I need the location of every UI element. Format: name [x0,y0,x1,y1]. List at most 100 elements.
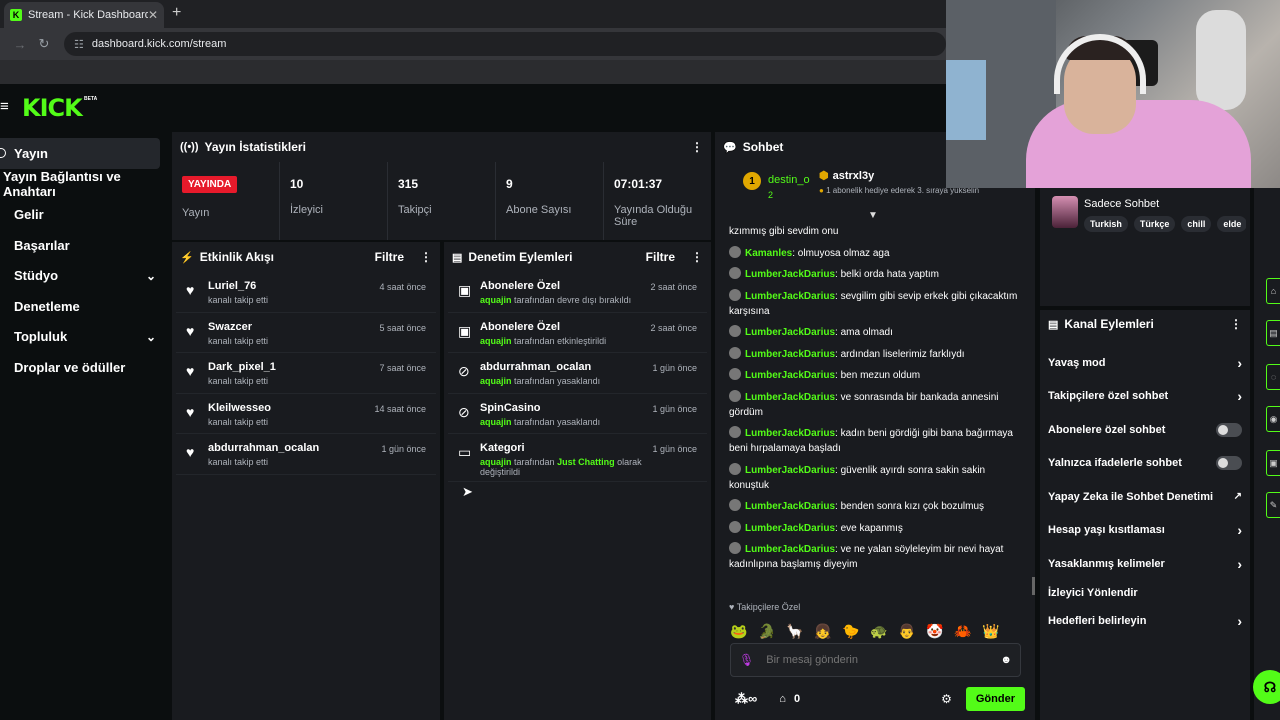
chat-username[interactable]: LumberJackDarius [745,501,835,512]
banned-words-item[interactable]: Yasaklanmış kelimeler › [1040,547,1250,581]
emote-icon[interactable]: 🤡 [925,621,945,641]
emote-icon[interactable]: 🐢 [869,621,889,641]
filter-button[interactable]: Filtre [646,250,675,264]
sidebar-item-studio[interactable]: Stüdyo ⌄ [0,260,168,291]
toolbar-icon[interactable]: ▣ [1266,450,1280,476]
emote-icon[interactable]: 🦙 [785,621,805,641]
event-text: kanalı takip etti [208,335,269,346]
follower-name[interactable]: Kleilwesseo [208,402,374,414]
emote-icon[interactable]: 👨 [897,621,917,641]
follower-name[interactable]: Luriel_76 [208,280,379,292]
moderator-name[interactable]: aquajin [480,336,512,346]
goals-item[interactable]: Hedefleri belirleyin › [1040,605,1250,639]
filter-button[interactable]: Filtre [375,250,404,264]
sidebar-item-community[interactable]: Topluluk ⌄ [0,322,168,353]
chat-username[interactable]: LumberJackDarius [745,544,835,555]
action-label: Yavaş mod [1048,356,1106,369]
chat-username[interactable]: LumberJackDarius [745,291,835,302]
chat-scrollbar[interactable] [1032,577,1035,595]
sidebar-item-achievements[interactable]: Başarılar [0,230,168,261]
sidebar-item-stream[interactable]: Yayın [0,138,160,169]
moderator-name[interactable]: aquajin [480,295,512,305]
follower-name[interactable]: Dark_pixel_1 [208,361,379,373]
site-settings-icon[interactable]: ☷ [74,38,84,51]
chat-username[interactable]: LumberJackDarius [745,327,835,338]
chat-username[interactable]: LumberJackDarius [745,428,835,439]
gear-icon[interactable]: ⚙ [941,692,952,706]
emote-icon[interactable]: 👑 [981,621,1001,641]
emote-icon[interactable]: 🦀 [953,621,973,641]
toolbar-icon[interactable]: ⌂ [1266,278,1280,304]
toolbar-icon[interactable]: ◌ [1266,364,1280,390]
gift-icon: ▣ [458,282,472,298]
chat-username[interactable]: LumberJackDarius [745,269,835,280]
ai-moderation-item[interactable]: Yapay Zeka ile Sohbet Denetimi ↗ [1040,480,1250,514]
more-options-icon[interactable]: ⋮ [691,250,703,264]
message-input[interactable] [766,654,1001,666]
category-name[interactable]: Just Chatting [557,457,615,467]
subscriber-only-toggle[interactable] [1216,422,1242,437]
sidebar-item-moderation[interactable]: Denetleme [0,291,168,322]
emote-only-toggle[interactable] [1216,456,1242,471]
tag[interactable]: Turkish [1084,216,1128,232]
sidebar-item-drops[interactable]: Droplar ve ödüller [0,352,168,383]
microphone-icon[interactable]: 🎙 [739,653,754,667]
close-tab-icon[interactable]: ✕ [148,8,158,22]
sidebar-item-revenue[interactable]: Gelir [0,199,168,230]
browser-tab[interactable]: K Stream - Kick Dashboard ✕ [4,2,164,28]
more-options-icon[interactable]: ⋮ [691,140,703,154]
actions-icon: ▤ [1048,318,1059,331]
lightning-icon: ⚡ [180,251,194,264]
gifter-name[interactable]: destin_o [768,174,810,186]
chat-username[interactable]: LumberJackDarius [745,465,835,476]
forward-icon[interactable]: → [8,37,32,52]
sidebar-item-stream-key[interactable]: Yayın Bağlantısı ve Anahtarı [0,169,168,200]
more-options-icon[interactable]: ⋮ [1230,317,1242,331]
emote-icon[interactable]: 🐊 [757,621,777,641]
toolbar-icon[interactable]: ✎ [1266,492,1280,518]
chat-username[interactable]: LumberJackDarius [745,392,835,403]
emote-icon[interactable]: 🐸 [729,621,749,641]
reload-icon[interactable]: ↻ [32,36,56,52]
emote-icon[interactable]: 🐤 [841,621,861,641]
coin-icon: ● [819,186,824,195]
moderator-name[interactable]: aquajin [480,417,512,427]
new-tab-button[interactable]: + [172,4,181,22]
send-button[interactable]: Gönder [965,687,1025,711]
tag[interactable]: chill [1181,216,1212,232]
toolbar-icon[interactable]: ◉ [1266,406,1280,432]
emoji-icon[interactable]: ☻ [1000,654,1012,666]
action-target[interactable]: SpinCasino [480,402,652,414]
chevron-right-icon: › [1237,522,1242,539]
slow-mode-item[interactable]: Yavaş mod › [1040,346,1250,380]
chat-username[interactable]: LumberJackDarius [745,349,835,360]
host-item[interactable]: İzleyici Yönlendir [1040,581,1250,605]
influence-icon[interactable]: ⁂∞ [735,691,757,707]
collapse-icon[interactable]: ▼ [868,210,878,221]
store-icon[interactable]: ⌂ [779,693,786,705]
kick-logo[interactable]: KICK [22,94,83,122]
event-time: 1 gün önce [652,444,697,455]
url-field[interactable]: ☷ dashboard.kick.com/stream [64,32,946,56]
menu-icon[interactable]: ≡ [0,98,9,115]
chat-username[interactable]: LumberJackDarius [745,523,835,534]
toolbar-icon[interactable]: ▤ [1266,320,1280,346]
moderator-name[interactable]: aquajin [480,457,512,467]
follower-only-item[interactable]: Takipçilere özel sohbet › [1040,380,1250,414]
headset-icon[interactable]: ☊ [1253,670,1280,704]
channel-actions-panel: ▤ Kanal Eylemleri ⋮ Yavaş mod › Takipçile… [1040,310,1250,720]
follower-name[interactable]: abdurrahman_ocalan [208,442,381,454]
chat-message: LumberJackDarius: belki orda hata yaptım [729,267,1023,282]
chat-username[interactable]: Kamanles [745,248,792,259]
action-target[interactable]: abdurrahman_ocalan [480,361,652,373]
follower-name[interactable]: Swazcer [208,321,379,333]
gifter-entry[interactable]: ⬢ astrxl3y [819,169,874,182]
stat-label: Takipçi [398,204,432,216]
tag[interactable]: elde [1217,216,1246,232]
tag[interactable]: Türkçe [1133,216,1176,232]
moderator-name[interactable]: aquajin [480,376,512,386]
chat-username[interactable]: LumberJackDarius [745,370,835,381]
more-options-icon[interactable]: ⋮ [420,250,432,264]
emote-icon[interactable]: 👧 [813,621,833,641]
account-age-item[interactable]: Hesap yaşı kısıtlaması › [1040,514,1250,548]
